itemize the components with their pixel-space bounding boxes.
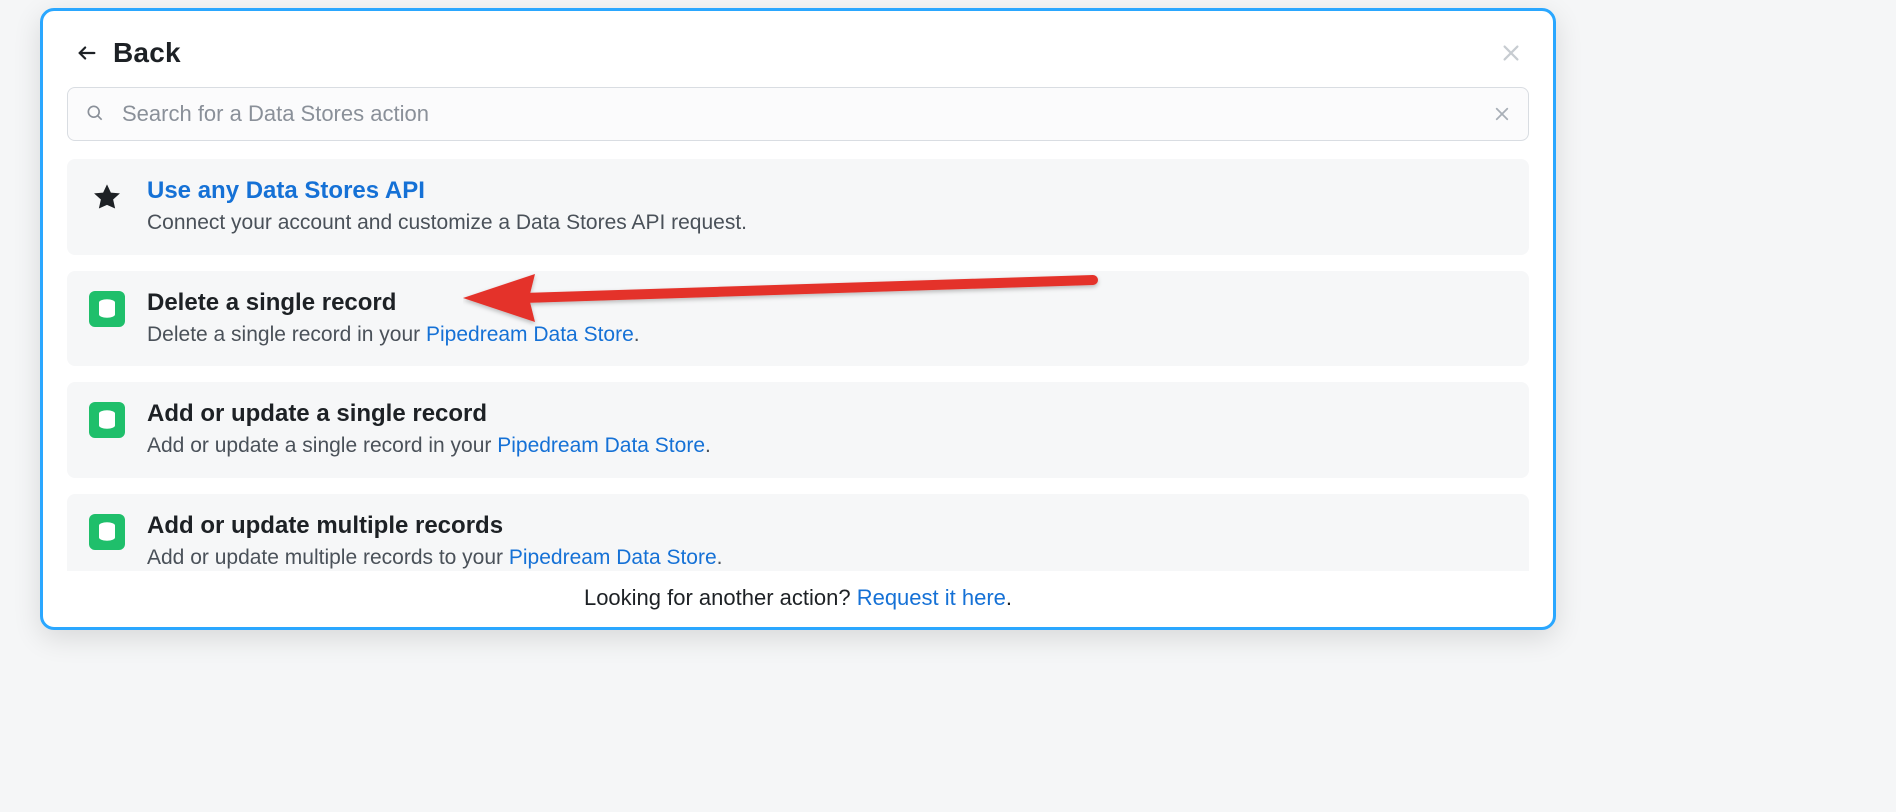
action-item-add-update-multiple-records[interactable]: Add or update multiple records Add or up…	[67, 494, 1529, 571]
datastore-icon	[89, 291, 125, 327]
arrow-left-icon	[75, 41, 99, 65]
action-desc-suffix: .	[634, 323, 640, 346]
pipedream-data-store-link[interactable]: Pipedream Data Store	[509, 546, 717, 569]
action-desc-suffix: .	[705, 434, 711, 457]
actions-list[interactable]: Use any Data Stores API Connect your acc…	[61, 159, 1539, 571]
action-description: Connect your account and customize a Dat…	[147, 208, 1507, 238]
action-description: Delete a single record in your Pipedream…	[147, 320, 1507, 350]
action-desc-text: Delete a single record in your	[147, 323, 426, 346]
search-icon	[85, 103, 107, 125]
action-desc-suffix: .	[717, 546, 723, 569]
action-item-delete-single-record[interactable]: Delete a single record Delete a single r…	[67, 271, 1529, 367]
action-body: Use any Data Stores API Connect your acc…	[147, 175, 1507, 239]
action-desc-text: Add or update multiple records to your	[147, 546, 509, 569]
modal-header: Back	[61, 31, 1535, 83]
action-title: Use any Data Stores API	[147, 175, 1507, 206]
action-desc-text: Add or update a single record in your	[147, 434, 497, 457]
action-body: Delete a single record Delete a single r…	[147, 287, 1507, 351]
action-description: Add or update multiple records to your P…	[147, 543, 1507, 571]
close-icon[interactable]	[1495, 37, 1527, 69]
pipedream-data-store-link[interactable]: Pipedream Data Store	[426, 323, 634, 346]
action-body: Add or update multiple records Add or up…	[147, 510, 1507, 571]
search-field-wrap	[67, 87, 1529, 141]
pipedream-data-store-link[interactable]: Pipedream Data Store	[497, 434, 705, 457]
action-title: Delete a single record	[147, 287, 1507, 318]
datastore-icon	[89, 514, 125, 550]
modal-footer: Looking for another action? Request it h…	[61, 571, 1535, 613]
request-action-link[interactable]: Request it here	[857, 585, 1006, 610]
action-item-add-update-single-record[interactable]: Add or update a single record Add or upd…	[67, 382, 1529, 478]
search-input[interactable]	[67, 87, 1529, 141]
action-body: Add or update a single record Add or upd…	[147, 398, 1507, 462]
action-description: Add or update a single record in your Pi…	[147, 431, 1507, 461]
back-button[interactable]: Back	[75, 37, 181, 69]
star-icon	[89, 179, 125, 215]
footer-suffix: .	[1006, 585, 1012, 610]
action-item-use-any-api[interactable]: Use any Data Stores API Connect your acc…	[67, 159, 1529, 255]
footer-prompt: Looking for another action?	[584, 585, 857, 610]
back-label: Back	[113, 37, 181, 69]
clear-search-icon[interactable]	[1491, 103, 1513, 125]
action-picker-modal: Back Use any Data Stores API	[40, 8, 1556, 630]
action-title: Add or update multiple records	[147, 510, 1507, 541]
action-desc-text: Connect your account and customize a Dat…	[147, 211, 747, 234]
action-title: Add or update a single record	[147, 398, 1507, 429]
datastore-icon	[89, 402, 125, 438]
